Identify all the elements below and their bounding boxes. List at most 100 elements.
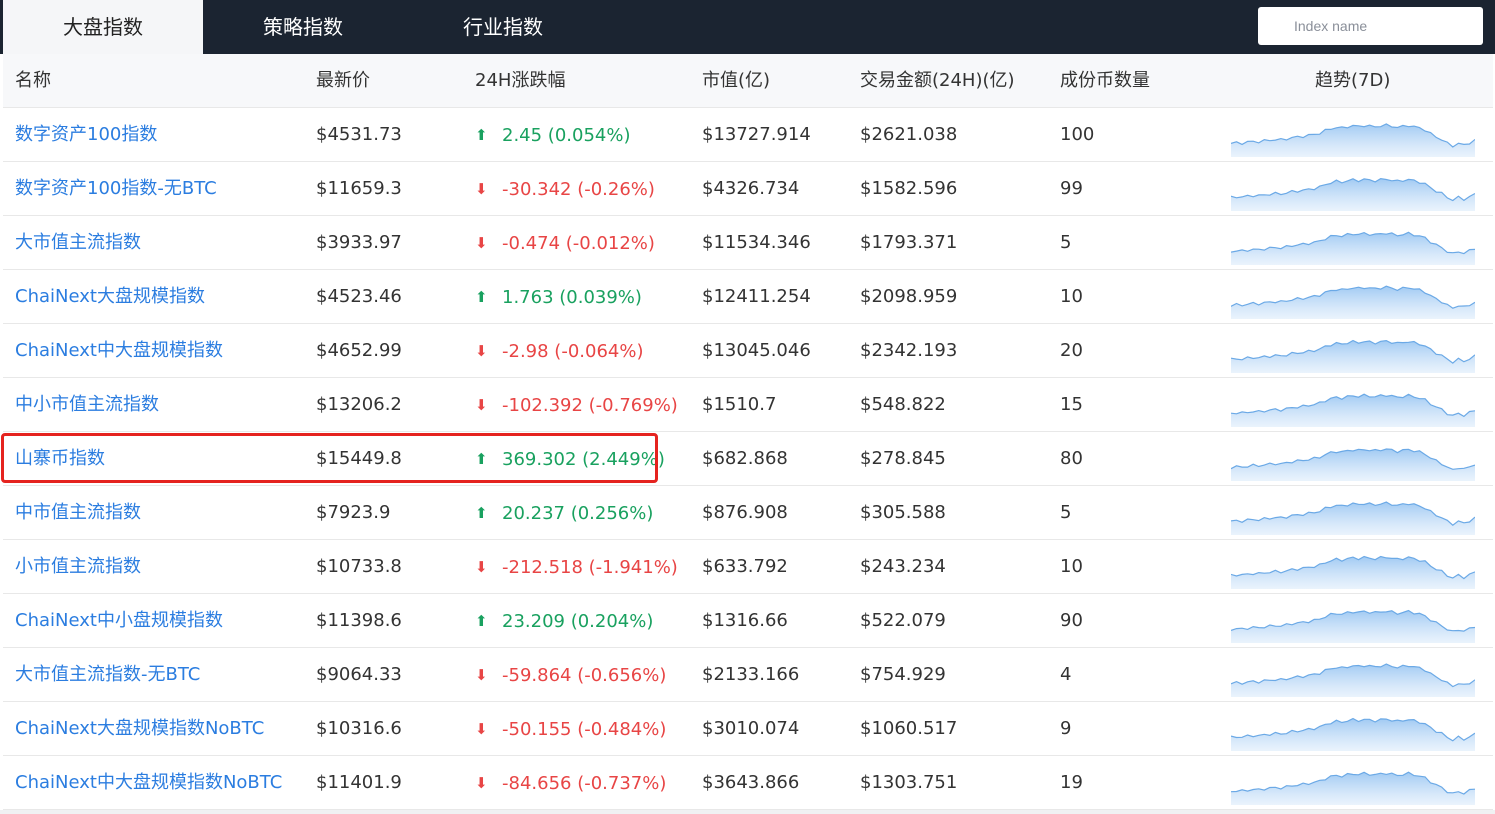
change-24h: ⬇ -102.392 (-0.769%) [475,378,678,432]
index-name-link[interactable]: ChaiNext大盘规模指数NoBTC [15,702,264,756]
arrow-up-icon: ⬆ [475,288,488,306]
column-header-market-cap[interactable]: 市值(亿) [702,54,770,108]
index-name-link[interactable]: 中市值主流指数 [15,486,141,540]
table-row[interactable]: 中小市值主流指数 $13206.2 ⬇ -102.392 (-0.769%) $1510… [3,378,1493,432]
market-cap: $12411.254 [702,286,811,307]
arrow-down-icon: ⬇ [475,342,488,360]
market-cap: $1316.66 [702,610,788,631]
table-row[interactable]: 大市值主流指数 $3933.97 ⬇ -0.474 (-0.012%) $11534.3… [3,216,1493,270]
trend-sparkline [1231,285,1475,319]
arrow-down-icon: ⬇ [475,180,488,198]
trend-sparkline [1231,448,1475,481]
change-24h: ⬆ 23.209 (0.204%) [475,594,653,648]
latest-price: $11659.3 [316,178,402,199]
constituent-count: 9 [1060,718,1072,739]
change-24h-value: 369.302 (2.449%) [502,449,665,470]
change-24h-value: 23.209 (0.204%) [502,611,654,632]
change-24h-value: -59.864 (-0.656%) [502,665,667,686]
index-name-link[interactable]: ChaiNext中小盘规模指数 [15,594,223,648]
index-name-link[interactable]: ChaiNext中大盘规模指数 [15,324,223,378]
constituent-count: 5 [1060,502,1072,523]
arrow-up-icon: ⬆ [475,450,488,468]
change-24h: ⬇ -212.518 (-1.941%) [475,540,678,594]
latest-price: $15449.8 [316,448,402,469]
index-name-link[interactable]: 中小市值主流指数 [15,378,159,432]
index-name-link[interactable]: 大市值主流指数-无BTC [15,648,200,702]
index-name-link[interactable]: ChaiNext大盘规模指数 [15,270,205,324]
change-24h-value: -84.656 (-0.737%) [502,773,667,794]
market-cap: $4326.734 [702,178,800,199]
trend-sparkline [1231,663,1475,697]
tab-industry-index[interactable]: 行业指数 [403,0,603,54]
column-header-change[interactable]: 24H涨跌幅 [475,54,565,108]
column-header-price[interactable]: 最新价 [316,54,370,108]
change-24h-value: 1.763 (0.039%) [502,287,642,308]
market-cap: $682.868 [702,448,788,469]
index-name-link[interactable]: 山寨币指数 [15,432,105,486]
constituent-count: 90 [1060,610,1083,631]
table-row[interactable]: 数字资产100指数-无BTC $11659.3 ⬇ -30.342 (-0.26%) $… [3,162,1493,216]
column-header-constituent-count[interactable]: 成份币数量 [1060,54,1150,108]
trend-sparkline [1231,393,1475,427]
index-name-link[interactable]: 数字资产100指数-无BTC [15,162,217,216]
column-header-name[interactable]: 名称 [15,54,51,108]
change-24h: ⬆ 369.302 (2.449%) [475,432,665,486]
table-header-row: 名称 最新价 24H涨跌幅 市值(亿) 交易金额(24H)(亿) 成份币数量 趋… [3,54,1493,108]
latest-price: $13206.2 [316,394,402,415]
index-name-link[interactable]: 大市值主流指数 [15,216,141,270]
table-row[interactable]: ChaiNext大盘规模指数 $4523.46 ⬆ 1.763 (0.039%) $12… [3,270,1493,324]
latest-price: $11401.9 [316,772,402,793]
tab-market-index[interactable]: 大盘指数 [3,0,203,54]
table-row[interactable]: ChaiNext中大盘规模指数 $4652.99 ⬇ -2.98 (-0.064%) $… [3,324,1493,378]
change-24h-value: 20.237 (0.256%) [502,503,654,524]
arrow-down-icon: ⬇ [475,558,488,576]
market-cap: $2133.166 [702,664,800,685]
trading-volume: $1303.751 [860,772,958,793]
table-row[interactable]: ChaiNext中小盘规模指数 $11398.6 ⬆ 23.209 (0.204%) $… [3,594,1493,648]
index-name-link[interactable]: 数字资产100指数 [15,108,157,162]
index-table: 名称 最新价 24H涨跌幅 市值(亿) 交易金额(24H)(亿) 成份币数量 趋… [3,54,1493,810]
trading-volume: $1060.517 [860,718,958,739]
tab-strategy-index[interactable]: 策略指数 [203,0,403,54]
index-name-link[interactable]: ChaiNext中大盘规模指数NoBTC [15,756,282,810]
table-row[interactable]: 小市值主流指数 $10733.8 ⬇ -212.518 (-1.941%) $633.7… [3,540,1493,594]
latest-price: $4652.99 [316,340,402,361]
market-cap: $876.908 [702,502,788,523]
constituent-count: 19 [1060,772,1083,793]
change-24h: ⬆ 20.237 (0.256%) [475,486,653,540]
table-row[interactable]: 大市值主流指数-无BTC $9064.33 ⬇ -59.864 (-0.656%) $2… [3,648,1493,702]
change-24h-value: -50.155 (-0.484%) [502,719,667,740]
constituent-count: 15 [1060,394,1083,415]
market-cap: $3643.866 [702,772,800,793]
constituent-count: 99 [1060,178,1083,199]
trend-sparkline [1231,555,1475,589]
table-row[interactable]: 中市值主流指数 $7923.9 ⬆ 20.237 (0.256%) $876.908 $3… [3,486,1493,540]
trading-volume: $2621.038 [860,124,958,145]
arrow-up-icon: ⬆ [475,612,488,630]
trading-volume: $522.079 [860,610,946,631]
trading-volume: $305.588 [860,502,946,523]
trend-sparkline [1231,771,1475,805]
trend-sparkline [1231,717,1475,751]
column-header-trend: 趋势(7D) [1315,70,1391,91]
arrow-down-icon: ⬇ [475,234,488,252]
arrow-down-icon: ⬇ [475,396,488,414]
market-cap: $633.792 [702,556,788,577]
table-row[interactable]: 数字资产100指数 $4531.73 ⬆ 2.45 (0.054%) $13727.91… [3,108,1493,162]
index-name-search-input[interactable] [1258,7,1483,45]
index-page: 大盘指数 策略指数 行业指数 名称 最新价 24H涨跌幅 市值(亿) 交易金额(… [0,0,1495,814]
table-row[interactable]: ChaiNext大盘规模指数NoBTC $10316.6 ⬇ -50.155 (-0.… [3,702,1493,756]
change-24h: ⬆ 2.45 (0.054%) [475,108,630,162]
change-24h: ⬇ -2.98 (-0.064%) [475,324,643,378]
column-header-volume[interactable]: 交易金额(24H)(亿) [860,54,1015,108]
change-24h-value: 2.45 (0.054%) [502,125,631,146]
constituent-count: 100 [1060,124,1095,145]
table-row[interactable]: ChaiNext中大盘规模指数NoBTC $11401.9 ⬇ -84.656 (-0… [3,756,1493,810]
index-tab-bar: 大盘指数 策略指数 行业指数 [0,0,1495,54]
constituent-count: 4 [1060,664,1072,685]
change-24h-value: -102.392 (-0.769%) [502,395,678,416]
table-row[interactable]: 山寨币指数 $15449.8 ⬆ 369.302 (2.449%) $682.868 $2… [3,432,1493,486]
change-24h: ⬇ -50.155 (-0.484%) [475,702,666,756]
trend-sparkline [1231,177,1475,211]
index-name-link[interactable]: 小市值主流指数 [15,540,141,594]
